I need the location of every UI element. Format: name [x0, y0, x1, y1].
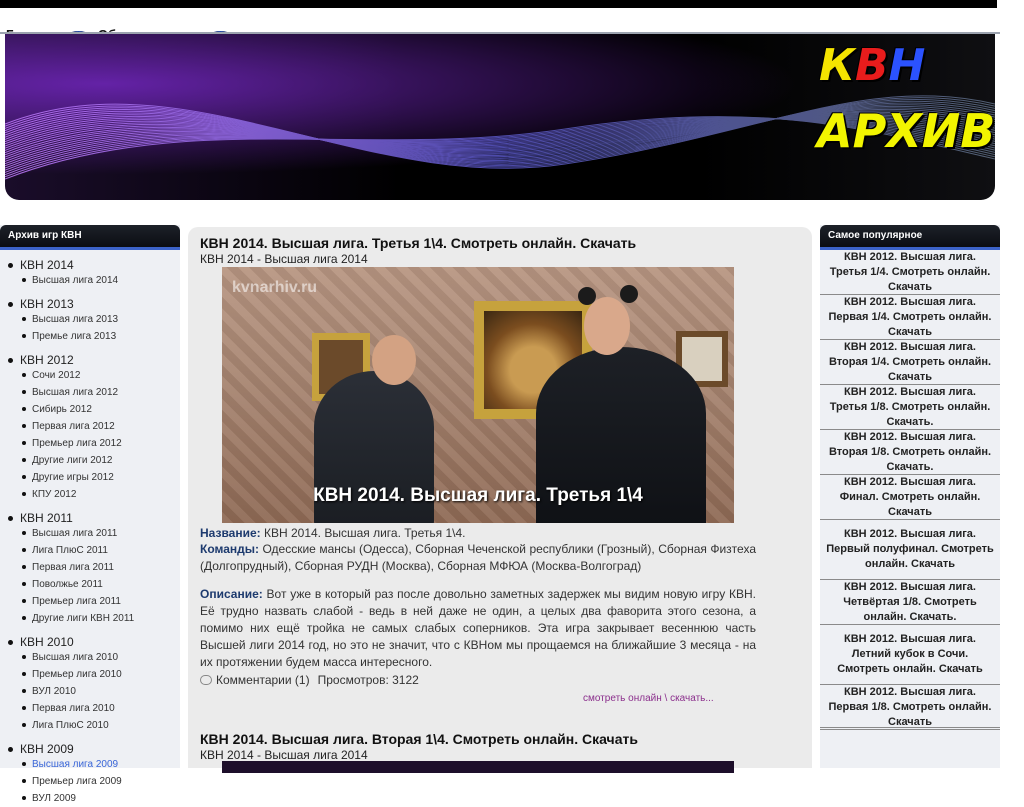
archive-league-link[interactable]: Высшая лига 2012 [0, 384, 180, 401]
archive-league-link[interactable]: ВУЛ 2009 [0, 790, 180, 807]
main-content: КВН 2014. Высшая лига. Третья 1\4. Смотр… [188, 227, 812, 773]
archive-league-link[interactable]: Сочи 2012 [0, 367, 180, 384]
performer-right-head [584, 297, 630, 355]
archive-list: КВН 2014 Высшая лига 2014 КВН 2013 Высшая л… [0, 250, 180, 807]
post-teams-field: Команды: Одесские мансы (Одесса), Сборна… [200, 541, 756, 575]
teams-label: Команды: [200, 542, 259, 556]
archive-league-link[interactable]: Премьер лига 2011 [0, 593, 180, 610]
site-banner: КВН АРХИВ [0, 34, 1024, 206]
archive-league-link[interactable]: КПУ 2012 [0, 486, 180, 503]
archive-year-link[interactable]: КВН 2012 [0, 345, 180, 367]
popular-post-link[interactable]: КВН 2012. Высшая лига. Первая 1/4. Смотр… [820, 295, 1000, 340]
logo-kvn: КВН [819, 40, 926, 91]
banner-panel: КВН АРХИВ [5, 34, 995, 200]
post-category[interactable]: КВН 2014 - Высшая лига 2014 [200, 748, 368, 762]
archive-league-link[interactable]: Премьер лига 2012 [0, 435, 180, 452]
archive-league-link[interactable]: Первая лига 2012 [0, 418, 180, 435]
archive-league-link[interactable]: Лига ПлюС 2011 [0, 542, 180, 559]
archive-league-link[interactable]: Премьер лига 2010 [0, 666, 180, 683]
popular-post-link[interactable]: КВН 2012. Высшая лига. Летний кубок в Со… [820, 625, 1000, 685]
teams-value: Одесские мансы (Одесса), Сборная Чеченск… [200, 542, 756, 573]
comments-link[interactable]: Комментарии (1) [216, 673, 310, 687]
post-meta: Комментарии (1) Просмотров: 3122 [200, 673, 419, 687]
archive-league-link[interactable]: Высшая лига 2014 [0, 272, 180, 289]
archive-year-link[interactable]: КВН 2013 [0, 289, 180, 311]
mouse-ear-icon [620, 285, 638, 303]
post-description-field: Описание: Вот уже в который раз после до… [200, 586, 756, 671]
performer-left-head [372, 335, 416, 385]
post-category[interactable]: КВН 2014 - Высшая лига 2014 [200, 252, 368, 266]
comment-icon [200, 675, 212, 685]
popular-post-link[interactable]: КВН 2012. Высшая лига. Вторая 1/8. Смотр… [820, 430, 1000, 475]
archive-league-link[interactable]: Премье лига 2013 [0, 328, 180, 345]
archive-league-link[interactable]: Премьер лига 2009 [0, 773, 180, 790]
archive-league-link[interactable]: ВУЛ 2010 [0, 683, 180, 700]
view-count: Просмотров: 3122 [317, 673, 419, 687]
top-strip [0, 0, 1024, 10]
description-value: Вот уже в который раз после довольно зам… [200, 587, 756, 669]
archive-league-link[interactable]: Сибирь 2012 [0, 401, 180, 418]
archive-year-link[interactable]: КВН 2009 [0, 734, 180, 756]
post-thumbnail[interactable] [222, 761, 734, 773]
post-title[interactable]: КВН 2014. Высшая лига. Третья 1\4. Смотр… [200, 235, 636, 251]
archive-league-link[interactable]: Другие лиги КВН 2011 [0, 610, 180, 627]
left-sidebar-title: Архив игр КВН [0, 225, 180, 250]
name-value: КВН 2014. Высшая лига. Третья 1\4. [263, 526, 466, 540]
archive-league-link[interactable]: Первая лига 2010 [0, 700, 180, 717]
archive-league-link[interactable]: Высшая лига 2009 [0, 756, 180, 773]
archive-league-link[interactable]: Первая лига 2011 [0, 559, 180, 576]
popular-list-end [820, 727, 1000, 728]
name-label: Название: [200, 526, 261, 540]
archive-league-link[interactable]: Высшая лига 2011 [0, 525, 180, 542]
post-thumbnail[interactable]: kvnarhiv.ru КВН 2014. Высшая лига. Треть… [222, 267, 734, 523]
top-navigation: Главная Обратная связь [0, 10, 1024, 42]
popular-post-link[interactable]: КВН 2012. Высшая лига. Первый полуфинал.… [820, 520, 1000, 580]
image-watermark: kvnarhiv.ru [232, 279, 318, 296]
popular-post-link[interactable]: КВН 2012. Высшая лига. Финал. Смотреть о… [820, 475, 1000, 520]
post-name-field: Название: КВН 2014. Высшая лига. Третья … [200, 525, 756, 542]
right-sidebar: Самое популярное КВН 2012. Высшая лига. … [820, 225, 1000, 768]
archive-league-link[interactable]: Другие лиги 2012 [0, 452, 180, 469]
popular-post-link[interactable]: КВН 2012. Высшая лига. Вторая 1/4. Смотр… [820, 340, 1000, 385]
top-black-bar [0, 0, 997, 8]
image-caption: КВН 2014. Высшая лига. Третья 1\4 [313, 485, 643, 506]
popular-list: КВН 2012. Высшая лига. Третья 1/4. Смотр… [820, 250, 1000, 730]
description-label: Описание: [200, 587, 263, 601]
read-more-link[interactable]: смотреть онлайн \ скачать... [583, 693, 714, 704]
popular-post-link[interactable]: КВН 2012. Высшая лига. Третья 1/4. Смотр… [820, 250, 1000, 295]
archive-year-link[interactable]: КВН 2010 [0, 627, 180, 649]
popular-post-link[interactable]: КВН 2012. Высшая лига. Четвёртая 1/8. См… [820, 580, 1000, 625]
archive-league-link[interactable]: Высшая лига 2010 [0, 649, 180, 666]
right-sidebar-title: Самое популярное [820, 225, 1000, 250]
archive-league-link[interactable]: Высшая лига 2013 [0, 311, 180, 328]
archive-year-link[interactable]: КВН 2014 [0, 250, 180, 272]
left-sidebar: Архив игр КВН КВН 2014 Высшая лига 2014 КВ… [0, 225, 180, 804]
mouse-ear-icon [578, 287, 596, 305]
logo-archive: АРХИВ [817, 104, 995, 158]
archive-league-link[interactable]: Другие игры 2012 [0, 469, 180, 486]
popular-post-link[interactable]: КВН 2012. Высшая лига. Первая 1/8. Смотр… [820, 685, 1000, 730]
popular-post-link[interactable]: КВН 2012. Высшая лига. Третья 1/8. Смотр… [820, 385, 1000, 430]
archive-league-link[interactable]: Лига ПлюС 2010 [0, 717, 180, 734]
post-title[interactable]: КВН 2014. Высшая лига. Вторая 1\4. Смотр… [200, 731, 638, 747]
archive-year-link[interactable]: КВН 2011 [0, 503, 180, 525]
archive-league-link[interactable]: Поволжье 2011 [0, 576, 180, 593]
